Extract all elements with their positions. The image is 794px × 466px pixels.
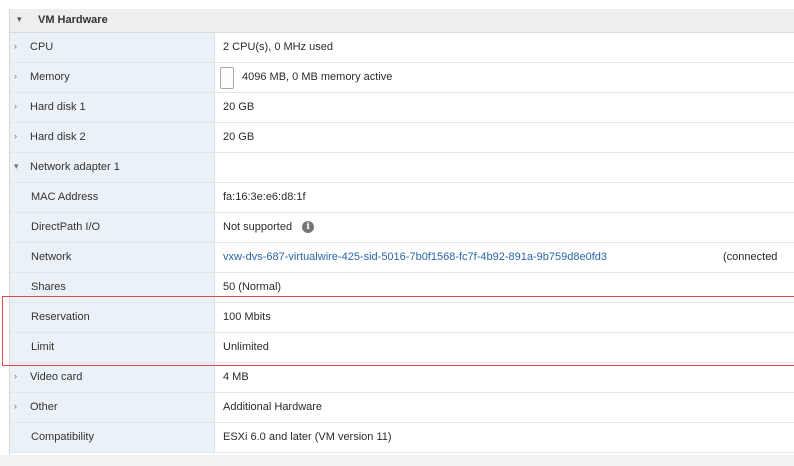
expand-arrow-icon[interactable]: ›	[14, 401, 17, 411]
mac-address-label: MAC Address	[31, 191, 99, 203]
memory-slider-handle[interactable]	[220, 67, 234, 89]
cpu-value: 2 CPU(s), 0 MHz used	[223, 41, 334, 53]
expand-arrow-icon[interactable]: ›	[14, 41, 17, 51]
property-label-cell: Limit	[10, 333, 215, 362]
property-label-cell: MAC Address	[10, 183, 215, 212]
hard-disk-1-value: 20 GB	[223, 101, 255, 113]
expand-arrow-icon[interactable]: ›	[14, 101, 17, 111]
shares-value: 50 (Normal)	[223, 281, 282, 293]
property-label-cell: Reservation	[10, 303, 215, 332]
property-label-cell: DirectPath I/O	[10, 213, 215, 242]
other-value: Additional Hardware	[223, 401, 323, 413]
property-row-network-adapter-1[interactable]: ▾ Network adapter 1	[10, 153, 794, 183]
property-row-video-card[interactable]: › Video card 4 MB	[10, 363, 794, 393]
directpath-io-value: Not supported	[223, 221, 293, 233]
hard-disk-2-label: Hard disk 2	[30, 131, 86, 143]
property-row-compatibility: Compatibility ESXi 6.0 and later (VM ver…	[10, 423, 794, 453]
compatibility-label: Compatibility	[31, 431, 94, 443]
compatibility-value: ESXi 6.0 and later (VM version 11)	[223, 431, 392, 443]
expand-arrow-icon[interactable]: ›	[14, 131, 17, 141]
mac-address-value: fa:16:3e:e6:d8:1f	[223, 191, 306, 203]
network-link[interactable]: vxw-dvs-687-virtualwire-425-sid-5016-7b0…	[223, 251, 607, 263]
video-card-label: Video card	[30, 371, 83, 383]
cpu-label: CPU	[30, 41, 54, 53]
footer-strip	[0, 455, 794, 466]
hard-disk-2-value: 20 GB	[223, 131, 255, 143]
property-row-other[interactable]: › Other Additional Hardware	[10, 393, 794, 423]
video-card-value: 4 MB	[223, 371, 249, 383]
property-label-cell: › Hard disk 2	[10, 123, 215, 152]
reservation-value: 100 Mbits	[223, 311, 271, 323]
property-row-memory[interactable]: › Memory 4096 MB, 0 MB memory active	[10, 63, 794, 93]
collapse-caret-icon[interactable]: ▾	[17, 14, 22, 25]
directpath-io-value-group: Not supported i	[223, 221, 315, 234]
property-label-cell: Network	[10, 243, 215, 272]
memory-value: 4096 MB, 0 MB memory active	[242, 71, 393, 83]
property-row-limit: Limit Unlimited	[10, 333, 794, 363]
expand-arrow-icon[interactable]: ›	[14, 71, 17, 81]
shares-label: Shares	[31, 281, 66, 293]
property-label-cell: ▾ Network adapter 1	[10, 153, 215, 182]
property-row-hard-disk-1[interactable]: › Hard disk 1 20 GB	[10, 93, 794, 123]
property-label-cell: Shares	[10, 273, 215, 302]
property-label-cell: › CPU	[10, 33, 215, 62]
network-status: (connected	[723, 251, 778, 263]
property-label-cell: › Memory	[10, 63, 215, 92]
expand-arrow-icon[interactable]: ›	[14, 371, 17, 381]
memory-label: Memory	[30, 71, 70, 83]
reservation-label: Reservation	[31, 311, 90, 323]
section-header[interactable]: ▾ VM Hardware	[10, 9, 794, 33]
directpath-io-label: DirectPath I/O	[31, 221, 101, 233]
info-icon[interactable]: i	[302, 221, 315, 234]
limit-label: Limit	[31, 341, 55, 353]
property-row-network: Network vxw-dvs-687-virtualwire-425-sid-…	[10, 243, 794, 273]
section-title: VM Hardware	[38, 14, 108, 26]
other-label: Other	[30, 401, 58, 413]
property-label-cell: › Other	[10, 393, 215, 422]
property-row-reservation: Reservation 100 Mbits	[10, 303, 794, 333]
property-row-mac-address: MAC Address fa:16:3e:e6:d8:1f	[10, 183, 794, 213]
property-label-cell: › Hard disk 1	[10, 93, 215, 122]
vm-hardware-panel: ▾ VM Hardware › CPU 2 CPU(s), 0 MHz used…	[9, 9, 794, 458]
property-label-cell: › Video card	[10, 363, 215, 392]
property-row-hard-disk-2[interactable]: › Hard disk 2 20 GB	[10, 123, 794, 153]
network-adapter-1-label: Network adapter 1	[30, 161, 120, 173]
limit-value: Unlimited	[223, 341, 269, 353]
network-label: Network	[31, 251, 72, 263]
property-row-shares: Shares 50 (Normal)	[10, 273, 794, 303]
collapse-arrow-icon[interactable]: ▾	[14, 161, 19, 172]
hard-disk-1-label: Hard disk 1	[30, 101, 86, 113]
property-label-cell: Compatibility	[10, 423, 215, 452]
property-row-directpath-io: DirectPath I/O Not supported i	[10, 213, 794, 243]
property-row-cpu[interactable]: › CPU 2 CPU(s), 0 MHz used	[10, 33, 794, 63]
